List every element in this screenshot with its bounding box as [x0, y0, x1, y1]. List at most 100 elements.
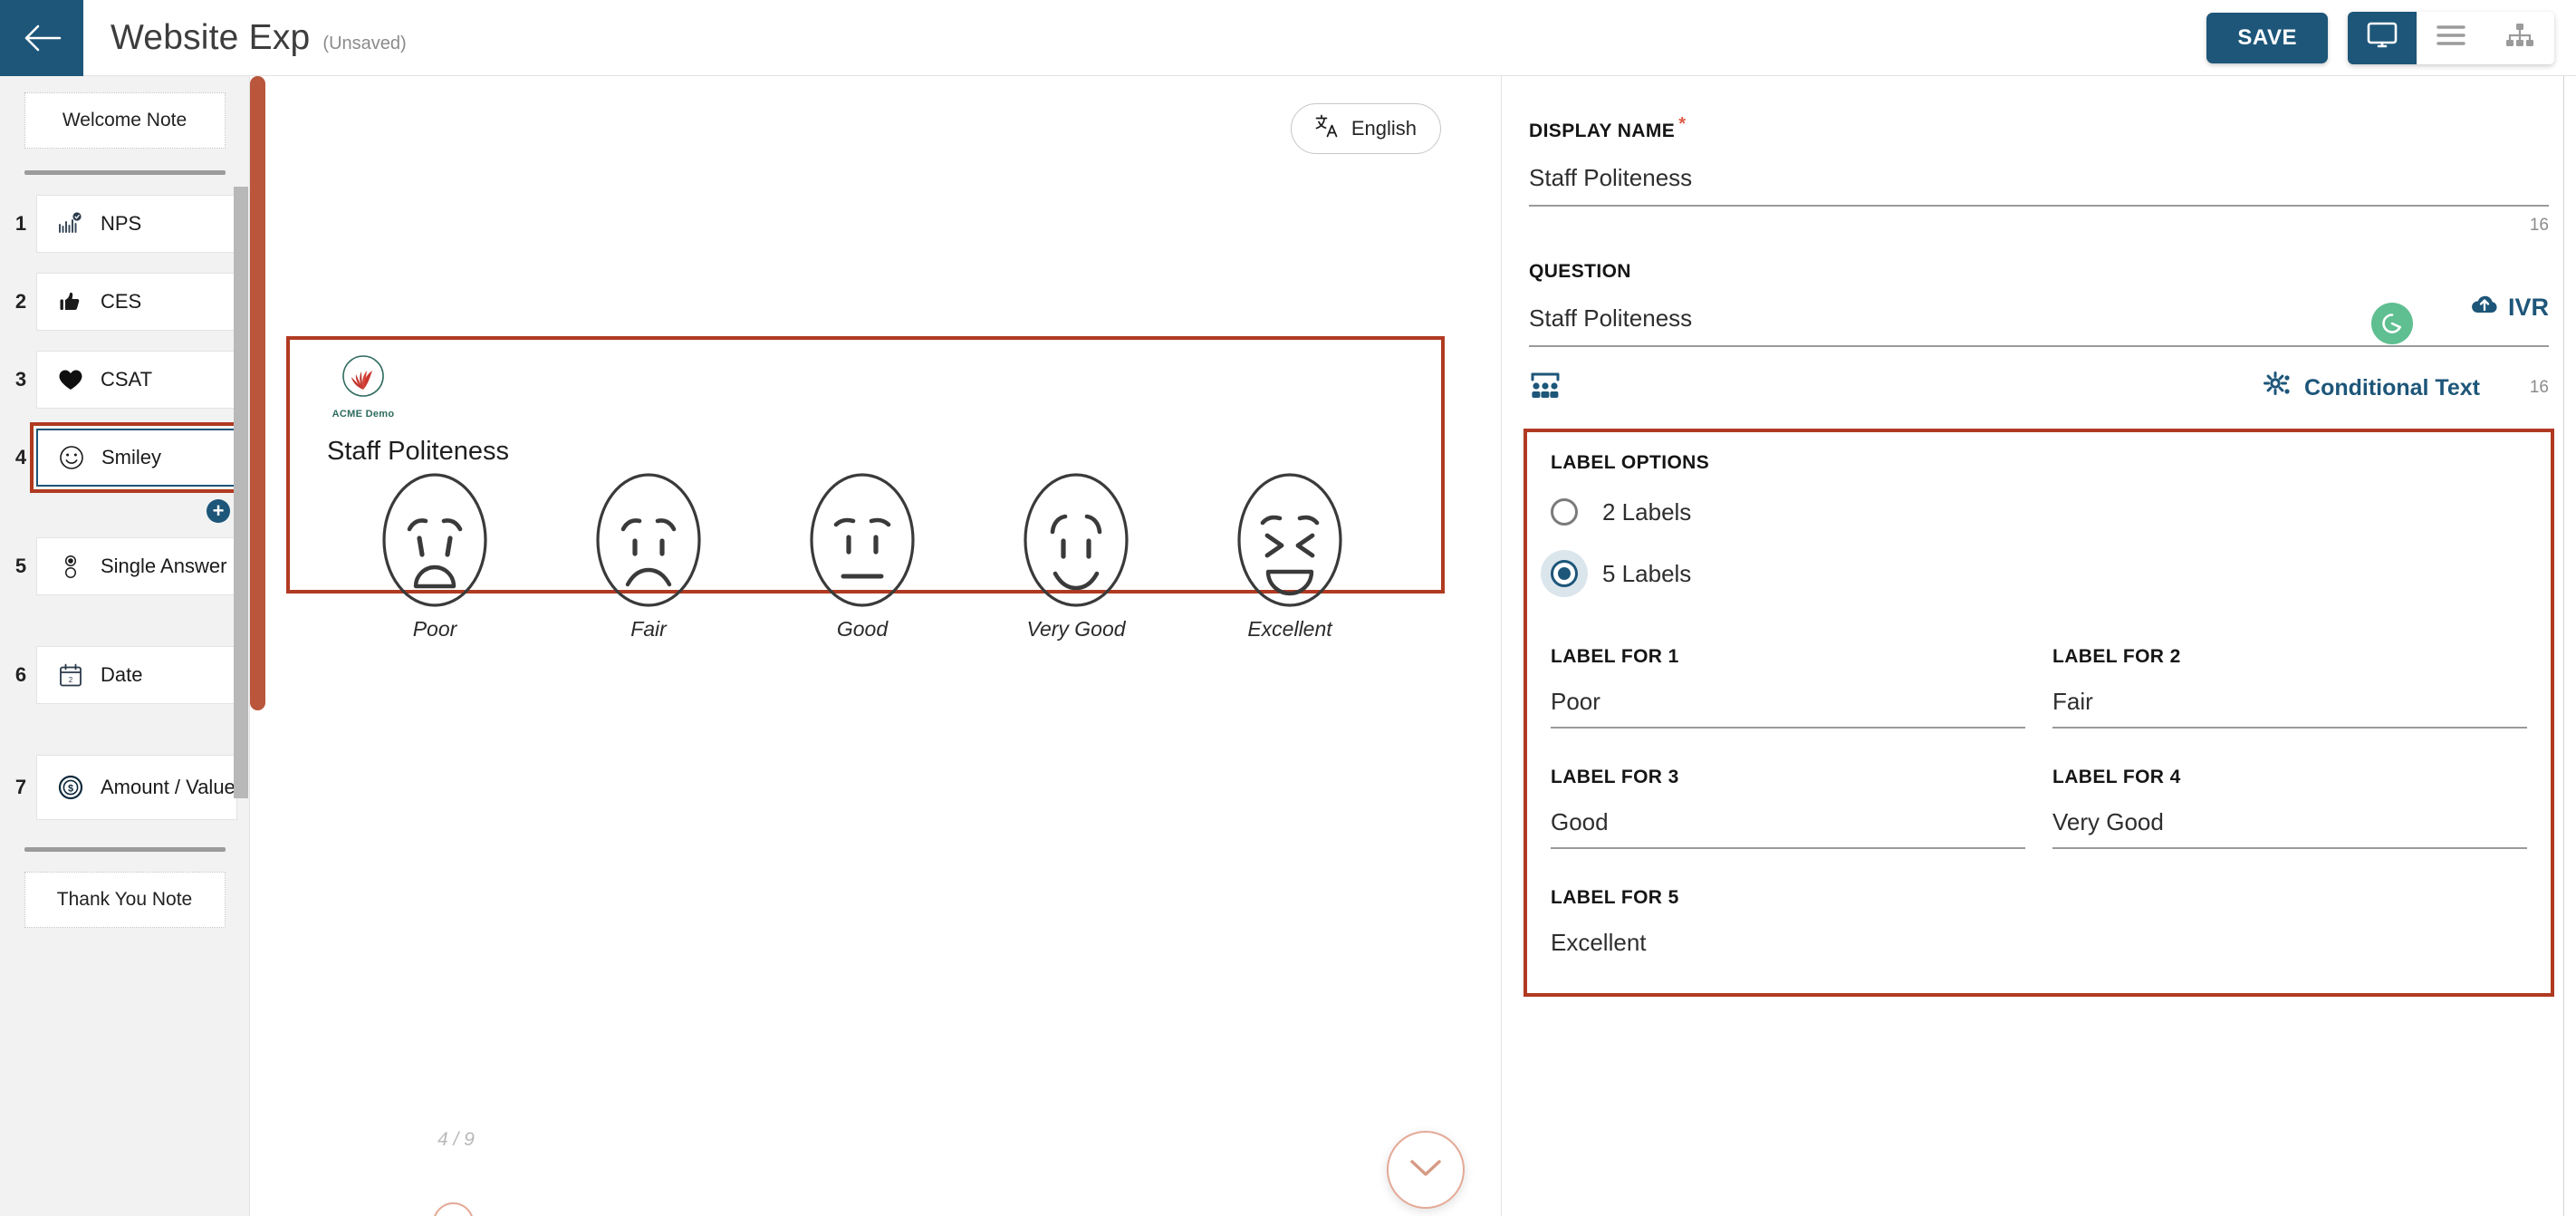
sidebar-item-label: Date — [101, 662, 143, 686]
required-asterisk: * — [1678, 114, 1687, 134]
ivr-upload-button[interactable]: IVR — [2471, 294, 2549, 322]
label-for-4-input[interactable]: Very Good — [2052, 788, 2527, 849]
smiley-option-good[interactable]: Good — [755, 472, 969, 642]
sidebar-row-nps: 1 NPS — [0, 195, 249, 253]
face-happy-icon — [1023, 472, 1129, 613]
radio-2-labels[interactable] — [1551, 498, 1578, 526]
sidebar-item-amount-value[interactable]: $ Amount / Value — [36, 755, 237, 820]
sidebar-scrollbar-track[interactable] — [234, 187, 248, 798]
sidebar-item-nps[interactable]: NPS — [36, 195, 237, 253]
label-cell-empty — [2052, 849, 2527, 968]
question-label: QUESTION — [1529, 261, 1631, 282]
view-mode-group — [2348, 11, 2554, 64]
previous-question-button[interactable] — [433, 1202, 474, 1216]
monitor-icon — [2367, 22, 2398, 53]
sidebar-item-number: 4 — [14, 446, 27, 468]
label-for-3-input[interactable]: Good — [1551, 788, 2025, 849]
sidebar-item-number: 2 — [14, 290, 27, 313]
label-cell-1: LABEL FOR 1 Poor — [1551, 608, 2025, 729]
question-field-row: Staff Politeness IVR — [1529, 283, 2549, 347]
smiley-option-poor[interactable]: Poor — [328, 472, 542, 642]
sidebar-item-date[interactable]: 2 Date — [36, 646, 237, 704]
conditional-text-button[interactable]: Conditional Text — [2264, 371, 2480, 405]
properties-panel: Content Question Settings Questionnaire … — [1501, 0, 2576, 1216]
saved-state-badge: (Unsaved) — [322, 33, 407, 53]
sidebar-divider-top — [24, 170, 226, 175]
smiley-option-fair[interactable]: Fair — [542, 472, 755, 642]
face-sad-icon — [595, 472, 702, 613]
sidebar-row-single-answer: 5 Single Answer — [0, 537, 249, 595]
view-mode-list-button[interactable] — [2417, 11, 2485, 64]
smiley-option-very-good[interactable]: Very Good — [969, 472, 1183, 642]
smiley-caption: Good — [836, 617, 889, 641]
properties-scrollbar[interactable] — [2563, 76, 2576, 1216]
svg-text:2: 2 — [69, 676, 73, 684]
cloud-upload-icon — [2471, 294, 2498, 322]
label-for-5-input[interactable]: Excellent — [1551, 909, 2025, 968]
radio-halo — [1541, 488, 1588, 536]
smiley-caption: Excellent — [1247, 617, 1332, 641]
save-button[interactable]: SAVE — [2206, 12, 2328, 63]
page-scrollbar-thumb[interactable] — [250, 76, 265, 710]
ivr-label: IVR — [2507, 294, 2549, 321]
sidebar-item-number: 6 — [14, 663, 27, 686]
smiley-icon — [58, 445, 85, 470]
display-name-input[interactable]: Staff Politeness — [1529, 142, 2549, 207]
audience-icon[interactable] — [1529, 372, 1562, 405]
radio-5-labels[interactable] — [1551, 560, 1578, 587]
page-indicator: 4 / 9 — [437, 1129, 475, 1150]
sidebar-item-csat[interactable]: CSAT — [36, 351, 237, 409]
sidebar-item-label: Smiley — [101, 445, 162, 468]
radio-option-5-labels[interactable]: 5 Labels — [1541, 550, 2527, 597]
label-for-2-input[interactable]: Fair — [2052, 668, 2527, 729]
sidebar-item-ces[interactable]: CES — [36, 273, 237, 331]
label-for-4-heading: LABEL FOR 4 — [2052, 767, 2181, 787]
preview-canvas: English ACME Demo Staff Politeness Poor … — [265, 76, 1501, 1216]
radio-halo — [1541, 550, 1588, 597]
question-char-count: 16 — [2529, 378, 2549, 397]
sidebar-item-label: CSAT — [101, 367, 153, 391]
sidebar-thank-you-note[interactable]: Thank You Note — [24, 872, 226, 928]
sidebar-item-smiley[interactable]: Smiley — [30, 422, 237, 493]
add-question-button[interactable]: + — [207, 499, 230, 523]
sidebar-item-label: Amount / Value — [101, 775, 235, 798]
sidebar-row-ces: 2 CES — [0, 273, 249, 331]
title-group: Website Exp (Unsaved) — [111, 18, 407, 58]
sidebar-welcome-note[interactable]: Welcome Note — [24, 92, 226, 149]
label-options-section: LABEL OPTIONS 2 Labels 5 Labels LABEL FO… — [1523, 429, 2554, 997]
view-mode-flow-button[interactable] — [2485, 11, 2554, 64]
gear-icon — [2264, 371, 2292, 405]
sidebar-item-label: NPS — [101, 211, 142, 235]
label-options-title: LABEL OPTIONS — [1551, 452, 1710, 473]
view-mode-desktop-button[interactable] — [2348, 11, 2417, 64]
smiley-option-excellent[interactable]: Excellent — [1183, 472, 1397, 642]
sidebar-item-number: 1 — [14, 212, 27, 235]
grammarly-icon[interactable] — [2371, 303, 2413, 344]
sitemap-icon — [2505, 23, 2534, 53]
label-for-1-input[interactable]: Poor — [1551, 668, 2025, 729]
face-neutral-icon — [809, 472, 916, 613]
top-bar: Website Exp (Unsaved) SAVE — [0, 0, 2576, 76]
next-question-button[interactable] — [1387, 1131, 1465, 1209]
label-for-3-heading: LABEL FOR 3 — [1551, 767, 1679, 787]
sidebar-row-date: 6 2 Date — [0, 646, 249, 704]
conditional-text-label: Conditional Text — [2304, 374, 2480, 401]
smiley-caption: Fair — [630, 617, 667, 641]
label-cell-2: LABEL FOR 2 Fair — [2052, 608, 2527, 729]
language-selector[interactable]: English — [1290, 103, 1441, 154]
display-name-label-text: DISPLAY NAME — [1529, 121, 1676, 141]
question-preview-card[interactable]: ACME Demo Staff Politeness Poor Fair Goo… — [286, 336, 1445, 641]
label-cell-3: LABEL FOR 3 Good — [1551, 729, 2025, 849]
arrow-left-icon — [22, 23, 62, 53]
properties-body: DISPLAY NAME * Staff Politeness 16 QUESTI… — [1502, 114, 2576, 997]
question-sidebar[interactable]: Welcome Note 1 NPS 2 CES 3 CSAT 4 Smiley… — [0, 76, 250, 1216]
radio-list-icon — [57, 554, 84, 579]
sidebar-item-number: 7 — [14, 776, 27, 798]
sidebar-item-number: 5 — [14, 555, 27, 577]
thumbs-up-icon — [57, 290, 84, 314]
face-very-sad-icon — [381, 472, 488, 613]
sidebar-item-single-answer[interactable]: Single Answer — [36, 537, 237, 595]
back-button[interactable] — [0, 0, 83, 76]
radio-label: 2 Labels — [1602, 497, 1692, 526]
radio-option-2-labels[interactable]: 2 Labels — [1551, 488, 2527, 536]
